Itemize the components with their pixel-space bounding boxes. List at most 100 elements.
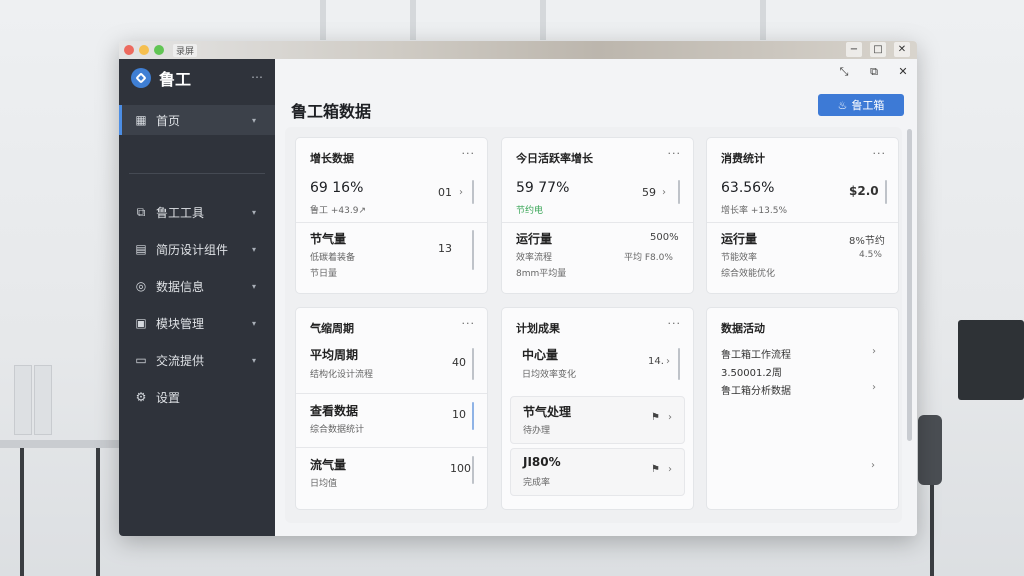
row-title: 节气量: [310, 232, 347, 246]
sidebar-item-data[interactable]: ◎ 数据信息 ▾: [119, 271, 275, 301]
card-data-activity[interactable]: 数据活动 鲁工箱工作流程 › 3.50001.2周 鲁工箱分析数据 › ›: [706, 307, 899, 510]
card-activity[interactable]: 今日活跃率增长 ··· 59 77% 节约电 59 › 运行量 效率流程 8mm…: [501, 137, 694, 294]
sidebar-item-home[interactable]: ▦ 首页 ▾: [119, 105, 275, 135]
metric-right-value: 01: [438, 186, 452, 199]
more-icon[interactable]: ···: [668, 317, 682, 330]
primary-action-button[interactable]: ♨ 鲁工箱: [818, 94, 904, 116]
flag-icon: ⚑: [651, 464, 660, 475]
row-title: 鲁工箱分析数据: [721, 386, 791, 397]
card-title: 今日活跃率增长: [516, 152, 593, 165]
copy-icon[interactable]: ⧉: [867, 65, 881, 79]
list-item[interactable]: JI80% 完成率 ⚑ ›: [510, 448, 685, 496]
metric-value: 59 77%: [516, 180, 570, 196]
row-value: 100: [450, 462, 471, 475]
card-cycle[interactable]: 气缩周期 ··· 平均周期 结构化设计流程 40 查看数据 综合数据统计 10: [295, 307, 488, 510]
list-item[interactable]: 流气量 日均值 100: [304, 450, 479, 500]
chevron-right-icon[interactable]: ›: [668, 464, 672, 475]
zoom-dot[interactable]: [154, 45, 164, 55]
row-sub: 日均效率变化: [522, 370, 577, 380]
scrollbar-thumb[interactable]: [907, 129, 912, 441]
card-divider: [502, 222, 693, 223]
background-monitor: [958, 320, 1024, 400]
sidebar-item-label: 简历设计组件: [156, 242, 229, 257]
scrollbar[interactable]: [907, 127, 912, 527]
sidebar-item-label: 交流提供: [156, 353, 205, 368]
row-sub: 日均值: [310, 479, 338, 489]
card-title: 消费统计: [721, 152, 765, 165]
metric-sub: 增长率 +13.5%: [721, 206, 787, 216]
row-value-2: 4.5%: [859, 250, 882, 260]
row-title: 节气处理: [523, 405, 572, 419]
background-chair: [918, 415, 942, 485]
grid-icon: ▦: [135, 113, 147, 127]
mini-bar: [472, 402, 474, 430]
row-title: 平均周期: [310, 348, 359, 362]
row-value: 8%节约: [849, 236, 885, 247]
chevron-down-icon: ▾: [252, 355, 257, 365]
sidebar-item-chat[interactable]: ▭ 交流提供 ▾: [119, 345, 275, 375]
row-value: 10: [452, 408, 466, 421]
close-dot[interactable]: [124, 45, 134, 55]
list-item[interactable]: 3.50001.2周: [715, 362, 890, 379]
row-title: 运行量: [721, 232, 758, 246]
metric-sub: 鲁工 +43.9↗: [310, 206, 366, 216]
chevron-right-icon[interactable]: ›: [872, 346, 876, 357]
card-consumption[interactable]: 消费统计 ··· 63.56% 增长率 +13.5% $2.0 运行量 节能效率…: [706, 137, 899, 294]
list-item[interactable]: 鲁工箱工作流程 ›: [715, 344, 890, 361]
row-value: 500%: [650, 232, 679, 243]
sidebar-item-resume[interactable]: ▤ 简历设计组件 ▾: [119, 234, 275, 264]
more-icon[interactable]: ···: [668, 147, 682, 160]
metric-sub: 节约电: [516, 206, 544, 216]
minimize-icon[interactable]: −: [846, 42, 862, 57]
list-item[interactable]: 平均周期 结构化设计流程 40: [304, 340, 479, 390]
mini-bar: [885, 180, 887, 204]
expand-icon[interactable]: ⤡: [837, 65, 851, 79]
primary-button-label: 鲁工箱: [851, 99, 885, 112]
chevron-right-icon[interactable]: ›: [872, 382, 876, 393]
chevron-down-icon: ▾: [252, 207, 257, 217]
chevron-right-icon[interactable]: ›: [459, 187, 463, 198]
maximize-icon[interactable]: □: [870, 42, 886, 57]
window-tab-label[interactable]: 录屏: [173, 44, 198, 57]
chevron-right-icon[interactable]: ›: [666, 356, 670, 367]
mini-bar: [472, 456, 474, 484]
row-sub: 完成率: [523, 478, 551, 488]
logo-text: 鲁工: [159, 70, 192, 89]
window-titlebar[interactable]: 录屏 − □ ✕: [119, 41, 917, 59]
chevron-right-icon[interactable]: ›: [871, 460, 875, 471]
close-icon[interactable]: ✕: [894, 42, 910, 57]
sidebar-item-settings[interactable]: ⚙ 设置: [119, 382, 275, 412]
logo-icon: [131, 68, 151, 88]
compass-icon: ◎: [135, 279, 147, 293]
more-icon[interactable]: ···: [873, 147, 887, 160]
more-icon[interactable]: ···: [462, 147, 476, 160]
row-sub: 待办理: [523, 426, 551, 436]
more-icon[interactable]: ···: [462, 317, 476, 330]
app-logo[interactable]: 鲁工: [131, 67, 191, 89]
card-growth[interactable]: 增长数据 ··· 69 16% 鲁工 +43.9↗ 01 › 节气量 低碳着装备…: [295, 137, 488, 294]
background-desk: [0, 440, 120, 448]
sidebar-divider: [129, 173, 265, 174]
card-divider: [296, 393, 487, 394]
row-value: 14.: [648, 356, 664, 367]
row-value-2: 平均 F8.0%: [624, 253, 673, 263]
minimize-dot[interactable]: [139, 45, 149, 55]
chevron-right-icon[interactable]: ›: [668, 412, 672, 423]
sidebar-item-modules[interactable]: ▣ 模块管理 ▾: [119, 308, 275, 338]
sidebar-item-label: 设置: [156, 390, 181, 405]
close-icon[interactable]: ✕: [896, 65, 910, 78]
sidebar: 鲁工 … ▦ 首页 ▾ ⧉ 鲁工工具 ▾ ▤ 简历设计组件 ▾ ◎ 数据信息 ▾…: [119, 59, 275, 536]
row-sub: 效率流程: [516, 253, 553, 263]
sidebar-item-tools[interactable]: ⧉ 鲁工工具 ▾: [119, 197, 275, 227]
row-title: 查看数据: [310, 404, 359, 418]
more-icon[interactable]: …: [251, 67, 263, 81]
row-sub: 节能效率: [721, 253, 758, 263]
list-item[interactable]: 中心量 日均效率变化 14. ›: [510, 340, 685, 390]
card-plan[interactable]: 计划成果 ··· 中心量 日均效率变化 14. › 节气处理 待办理 ⚑ › J…: [501, 307, 694, 510]
chevron-down-icon: ▾: [252, 318, 257, 328]
chevron-down-icon: ▾: [252, 115, 257, 125]
chevron-right-icon[interactable]: ›: [662, 187, 666, 198]
list-item[interactable]: 节气处理 待办理 ⚑ ›: [510, 396, 685, 444]
list-item[interactable]: 查看数据 综合数据统计 10: [304, 396, 479, 444]
list-item[interactable]: 鲁工箱分析数据 ›: [715, 380, 890, 397]
